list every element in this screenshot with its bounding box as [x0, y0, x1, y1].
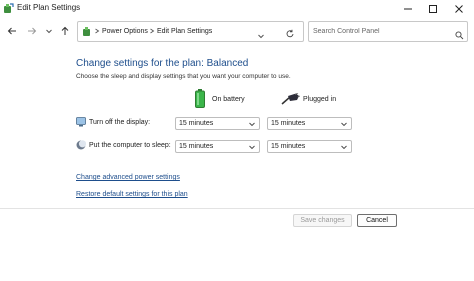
- address-bar[interactable]: Power Options Edit Plan Settings: [77, 21, 304, 42]
- divider: [0, 208, 474, 209]
- up-button[interactable]: [57, 23, 73, 39]
- recent-locations-button[interactable]: [41, 23, 57, 39]
- page-description: Choose the sleep and display settings th…: [76, 73, 291, 80]
- save-changes-button[interactable]: Save changes: [293, 214, 352, 227]
- on-battery-label: On battery: [212, 96, 245, 103]
- minimize-button[interactable]: [396, 0, 420, 17]
- search-box: [308, 21, 468, 42]
- display-icon: [76, 117, 86, 127]
- chevron-down-icon: [341, 122, 347, 127]
- breadcrumb-power-options[interactable]: Power Options: [102, 28, 148, 35]
- close-icon: [455, 4, 463, 13]
- chevron-right-icon: [150, 28, 155, 34]
- refresh-icon: [286, 29, 294, 38]
- title-bar: Edit Plan Settings: [0, 0, 474, 17]
- forward-button[interactable]: [24, 23, 40, 39]
- sleep-moon-icon: [76, 140, 86, 150]
- minimize-icon: [404, 8, 412, 9]
- maximize-button[interactable]: [421, 0, 445, 17]
- cancel-button[interactable]: Cancel: [357, 214, 397, 227]
- arrow-right-icon: [28, 27, 37, 35]
- arrow-up-icon: [61, 26, 69, 35]
- battery-icon: [195, 89, 205, 108]
- back-button[interactable]: [4, 23, 20, 39]
- plugged-in-label: Plugged in: [303, 96, 337, 103]
- refresh-button[interactable]: [285, 26, 295, 44]
- power-options-icon: [83, 27, 90, 36]
- restore-defaults-link[interactable]: Restore default settings for this plan: [76, 191, 188, 198]
- chevron-right-icon: [95, 28, 100, 34]
- maximize-icon: [429, 4, 437, 13]
- address-dropdown-button[interactable]: [257, 27, 265, 45]
- chevron-down-icon: [46, 29, 52, 34]
- sleep-plugged-in-select[interactable]: 15 minutes: [267, 140, 352, 153]
- window-title: Edit Plan Settings: [17, 3, 81, 12]
- close-button[interactable]: [447, 0, 471, 17]
- chevron-down-icon: [249, 145, 255, 150]
- display-plugged-in-select[interactable]: 15 minutes: [267, 117, 352, 130]
- page-title: Change settings for the plan: Balanced: [76, 58, 249, 69]
- plug-icon: [281, 93, 300, 105]
- search-icon: [455, 27, 464, 45]
- turn-off-display-label: Turn off the display:: [89, 119, 151, 126]
- chevron-down-icon: [249, 122, 255, 127]
- display-on-battery-select[interactable]: 15 minutes: [175, 117, 260, 130]
- sleep-on-battery-select[interactable]: 15 minutes: [175, 140, 260, 153]
- breadcrumb-edit-plan-settings[interactable]: Edit Plan Settings: [157, 28, 212, 35]
- chevron-down-icon: [258, 34, 264, 39]
- sleep-label: Put the computer to sleep:: [89, 142, 171, 149]
- change-advanced-settings-link[interactable]: Change advanced power settings: [76, 174, 180, 181]
- chevron-down-icon: [341, 145, 347, 150]
- arrow-left-icon: [7, 27, 16, 35]
- navigation-bar: Power Options Edit Plan Settings: [0, 19, 474, 44]
- power-options-icon: [4, 3, 14, 13]
- search-input[interactable]: [313, 25, 453, 38]
